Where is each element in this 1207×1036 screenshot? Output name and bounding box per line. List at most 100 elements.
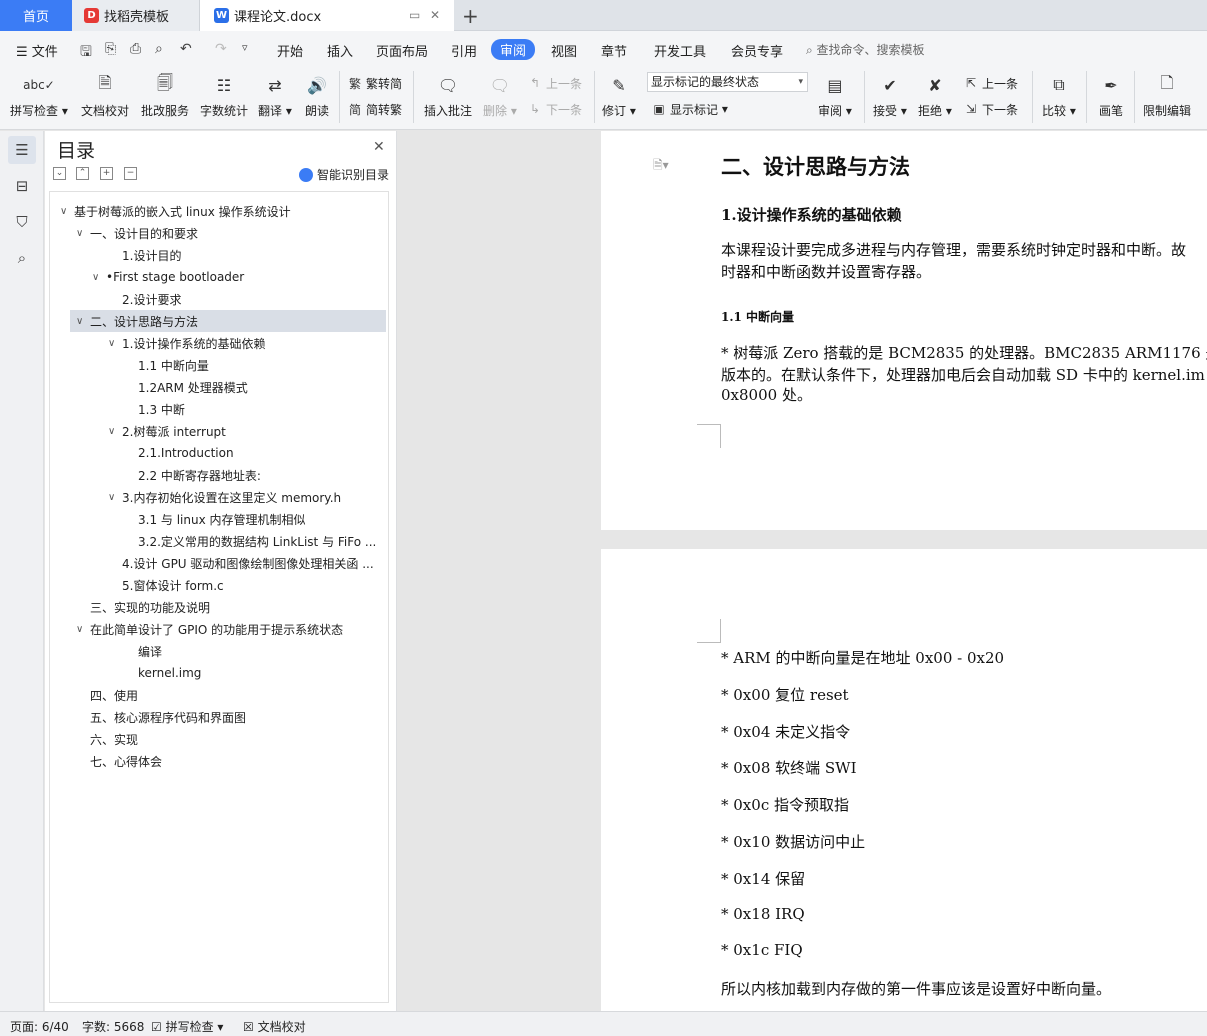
tab-document[interactable]: W 课程论文.docx ▭ ✕ [200, 0, 454, 31]
menu-member[interactable]: 会员专享 [731, 41, 783, 60]
toc-item[interactable]: ∨ 在此简单设计了 GPIO 的功能用于提示系统状态 [76, 618, 386, 640]
markup-state-select[interactable]: 显示标记的最终状态 ▾ [647, 72, 808, 92]
expand-up-icon[interactable]: ⌃ [76, 167, 89, 180]
undo-icon[interactable]: ↶ [180, 41, 192, 57]
doc-check-button[interactable]: 🗎 文档校对 [81, 66, 129, 128]
review-ribbon: abc✓ 拼写检查 ▾ 🗎 文档校对 🗐 批改服务 ☷ 字数统计 ⇄ 翻译 ▾ 🔊 朗读 繁… [0, 66, 1207, 130]
close-icon[interactable]: ✕ [373, 139, 385, 155]
menu-review[interactable]: 审阅 [491, 39, 536, 60]
translate-button[interactable]: ⇄ 翻译 ▾ [258, 66, 292, 128]
document-page[interactable]: 🗎▾ 二、设计思路与方法 1.设计操作系统的基础依赖 本课程设计要完成多进程与内… [601, 131, 1207, 530]
print-icon[interactable]: ⎙ [130, 41, 141, 57]
chevron-down-icon[interactable]: ∨ [108, 338, 122, 349]
toc-item[interactable]: 四、使用 [76, 684, 386, 706]
toc-item[interactable]: ∨ •First stage bootloader [92, 266, 386, 288]
menu-home[interactable]: 开始 [277, 41, 303, 60]
remove-heading-icon[interactable]: − [124, 167, 137, 180]
toc-item[interactable]: ∨ 1.设计操作系统的基础依赖 [108, 332, 386, 354]
page-indicator[interactable]: 页面: 6/40 [10, 1018, 69, 1035]
toc-item[interactable]: 五、核心源程序代码和界面图 [76, 706, 386, 728]
paragraph-options-icon[interactable]: 🗎▾ [653, 156, 669, 177]
chevron-down-icon[interactable]: ∨ [92, 272, 106, 283]
toc-panel-icon[interactable]: ☰ [8, 136, 36, 164]
chevron-down-icon[interactable]: ∨ [76, 316, 90, 327]
new-tab-button[interactable]: + [462, 4, 479, 28]
show-markup-button[interactable]: ▣ 显示标记 ▾ [651, 99, 728, 119]
doc-check-status[interactable]: ☒ 文档校对 [243, 1018, 306, 1035]
toc-item[interactable]: ∨ 二、设计思路与方法 [70, 310, 386, 332]
insert-comment-button[interactable]: 🗨 插入批注 [424, 66, 472, 128]
track-changes-button[interactable]: ✎ 修订 ▾ [602, 66, 636, 128]
batch-service-button[interactable]: 🗐 批改服务 [141, 66, 189, 128]
delete-comment-button[interactable]: 🗨 删除 ▾ [483, 66, 517, 128]
document-page-2[interactable]: * ARM 的中断向量是在地址 0x00 - 0x20 * 0x00 复位 res… [601, 549, 1207, 1011]
tab-template[interactable]: D 找稻壳模板 [72, 0, 200, 31]
toc-item[interactable]: 六、实现 [76, 728, 386, 750]
toc-item[interactable]: 七、心得体会 [76, 750, 386, 772]
menu-view[interactable]: 视图 [551, 41, 577, 60]
toc-item[interactable]: 3.1 与 linux 内存管理机制相似 [124, 508, 386, 530]
next-change-button[interactable]: ⇲ 下一条 [963, 99, 1018, 119]
tab-home[interactable]: 首页 [0, 0, 72, 31]
toc-item[interactable]: 2.1.Introduction [124, 442, 386, 464]
simp-to-trad-button[interactable]: 简简转繁 [347, 99, 402, 119]
restrict-editing-button[interactable]: 🗋 限制编辑 [1143, 66, 1191, 128]
toc-item[interactable]: 编译 [124, 640, 386, 662]
toc-item[interactable]: 1.设计目的 [108, 244, 386, 266]
smart-toc-button[interactable]: 智能识别目录 [299, 166, 389, 183]
toc-item[interactable]: ∨ 基于树莓派的嵌入式 linux 操作系统设计 [60, 200, 386, 222]
save-icon[interactable]: 🖫 [80, 41, 92, 65]
close-tab-icon[interactable]: ✕ [430, 8, 440, 22]
toc-item[interactable]: 2.2 中断寄存器地址表: [124, 464, 386, 486]
doc-permission-button[interactable]: 文 [1199, 66, 1207, 128]
menu-references[interactable]: 引用 [451, 41, 477, 60]
menu-chapter[interactable]: 章节 [601, 41, 627, 60]
trad-to-simp-button[interactable]: 繁繁转简 [347, 73, 402, 93]
toc-item[interactable]: ∨ 一、设计目的和要求 [76, 222, 386, 244]
next-comment-button[interactable]: ↳ 下一条 [527, 99, 582, 119]
prev-change-button[interactable]: ⇱ 上一条 [963, 73, 1018, 93]
pen-button[interactable]: ✒ 画笔 [1097, 66, 1125, 128]
spellcheck-button[interactable]: abc✓ 拼写检查 ▾ [10, 66, 68, 128]
chevron-down-icon[interactable]: ∨ [76, 624, 90, 635]
chevron-down-icon[interactable]: ∨ [108, 426, 122, 437]
toc-item[interactable]: 1.2ARM 处理器模式 [124, 376, 386, 398]
chevron-down-icon[interactable]: ∨ [76, 228, 90, 239]
toc-item[interactable]: 1.1 中断向量 [124, 354, 386, 376]
toc-item[interactable]: 4.设计 GPU 驱动和图像绘制图像处理相关函 ... [108, 552, 386, 574]
redo-icon[interactable]: ↷ [215, 41, 227, 57]
prev-comment-button[interactable]: ↰ 上一条 [527, 73, 582, 93]
file-menu[interactable]: ☰ 文件 [16, 41, 58, 60]
print-preview-icon[interactable]: ⌕ [155, 41, 163, 57]
review-pane-button[interactable]: ▤ 审阅 ▾ [818, 66, 852, 128]
float-window-icon[interactable]: ▭ [409, 8, 420, 22]
search-icon[interactable]: ⌕ [8, 244, 36, 272]
toc-item[interactable]: ∨ 2.树莓派 interrupt [108, 420, 386, 442]
accept-button[interactable]: ✔ 接受 ▾ [873, 66, 907, 128]
command-search[interactable]: ⌕ 查找命令、搜索模板 [806, 41, 925, 58]
collapse-all-icon[interactable]: ⌄ [53, 167, 66, 180]
menu-page-layout[interactable]: 页面布局 [376, 41, 428, 60]
chevron-down-icon[interactable]: ∨ [60, 206, 74, 217]
menu-insert[interactable]: 插入 [327, 41, 353, 60]
toc-item[interactable]: 1.3 中断 [124, 398, 386, 420]
spellcheck-status[interactable]: ☑ 拼写检查 ▾ [151, 1018, 223, 1035]
word-count-button[interactable]: ☷ 字数统计 [200, 66, 248, 128]
chapter-nav-icon[interactable]: ⊟ [8, 172, 36, 200]
more-quick-access-icon[interactable]: ▿ [242, 41, 248, 54]
export-pdf-icon[interactable]: ⎘ [105, 41, 116, 57]
toc-item[interactable]: 5.窗体设计 form.c [108, 574, 386, 596]
toc-item[interactable]: 三、实现的功能及说明 [76, 596, 386, 618]
word-count[interactable]: 字数: 5668 [82, 1018, 144, 1035]
bookmark-icon[interactable]: ⛉ [8, 208, 36, 236]
toc-item[interactable]: 2.设计要求 [108, 288, 386, 310]
menu-developer[interactable]: 开发工具 [654, 41, 706, 60]
compare-button[interactable]: ⧉ 比较 ▾ [1042, 66, 1076, 128]
chevron-down-icon[interactable]: ∨ [108, 492, 122, 503]
add-heading-icon[interactable]: + [100, 167, 113, 180]
reject-button[interactable]: ✘ 拒绝 ▾ [918, 66, 952, 128]
read-aloud-button[interactable]: 🔊 朗读 [303, 66, 331, 128]
toc-item[interactable]: kernel.img [124, 662, 386, 684]
toc-item[interactable]: ∨ 3.内存初始化设置在这里定义 memory.h [108, 486, 386, 508]
toc-item[interactable]: 3.2.定义常用的数据结构 LinkList 与 FiFo ... [124, 530, 386, 552]
